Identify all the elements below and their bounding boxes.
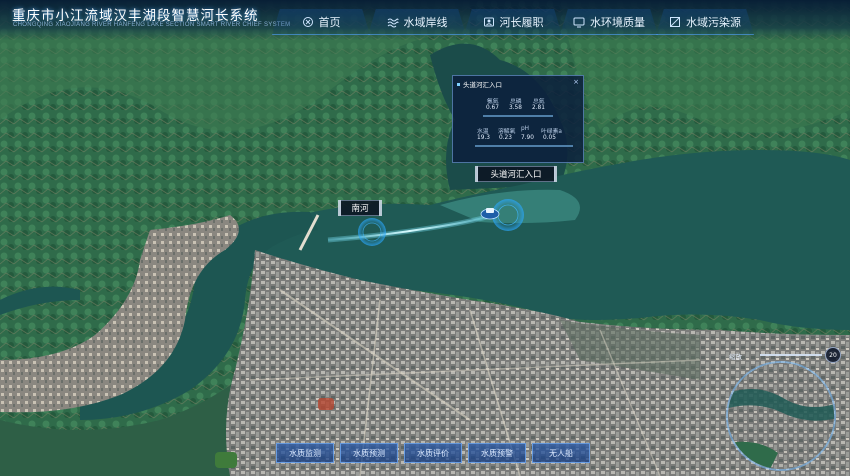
water-quality-assessment-button[interactable]: 水质评价 — [404, 443, 462, 463]
metric-value-phosphorus: 3.58 — [509, 105, 522, 111]
metric-value-do: 0.23 — [499, 135, 512, 141]
metric-value-ph: 7.90 — [521, 135, 534, 141]
water-quality-monitor-button[interactable]: 水质监测 — [276, 443, 334, 463]
nav-shoreline[interactable]: 水域岸线 — [368, 9, 466, 35]
nav-pollution-source[interactable]: 水域污染源 — [656, 9, 754, 35]
app-subtitle: CHONGQING XIAOJIANG RIVER HANFENG LAKE S… — [13, 22, 291, 28]
nav-shoreline-label: 水域岸线 — [403, 15, 448, 29]
metric-divider — [483, 115, 553, 117]
water-quality-alert-button[interactable]: 水质预警 — [468, 443, 526, 463]
outlet-map-label[interactable]: 头道河汇入口 — [475, 166, 557, 182]
close-button[interactable]: × — [573, 78, 579, 86]
person-icon — [483, 16, 495, 28]
metric-value-chlorophyll: 0.05 — [543, 135, 556, 141]
drone-boat-icon[interactable] — [480, 204, 500, 220]
info-title-text: 头道河汇入口 — [463, 81, 502, 89]
factory-icon — [669, 16, 681, 28]
metric-label-water-temp: 水温 — [477, 129, 489, 135]
bottom-toolbar: 水质监测 水质预测 水质评价 水质预警 无人船 — [276, 443, 590, 463]
overview-minimap[interactable] — [726, 361, 836, 471]
title-marker-icon — [457, 82, 460, 86]
nav-water-quality[interactable]: 水环境质量 — [560, 9, 658, 35]
unmanned-boat-button[interactable]: 无人船 — [532, 443, 590, 463]
metric-label-chlorophyll: 叶绿素a — [541, 129, 562, 135]
nav-home-label: 首页 — [318, 15, 341, 29]
nav-home[interactable]: 首页 — [272, 9, 370, 35]
top-header: 重庆市小江流域汉丰湖段智慧河长系统 CHONGQING XIAOJIANG RI… — [0, 0, 850, 40]
nav-water-quality-label: 水环境质量 — [590, 15, 645, 29]
river-map-label[interactable]: 南河 — [338, 200, 382, 216]
water-quality-forecast-button[interactable]: 水质预测 — [340, 443, 398, 463]
waves-icon — [387, 16, 399, 28]
monitoring-info-panel: 头道河汇入口 × 氨氮 总磷 总氮 0.67 3.58 2.81 水温 溶解氧 … — [452, 75, 584, 163]
nav-river-chief-label: 河长履职 — [499, 15, 544, 29]
metric-divider — [475, 145, 573, 147]
metric-label-ammonia: 氨氮 — [487, 99, 499, 105]
metric-value-ammonia: 0.67 — [486, 105, 499, 111]
metric-label-do: 溶解氧 — [498, 129, 516, 135]
zoom-label: 缩放 — [729, 353, 742, 361]
zoom-slider[interactable] — [760, 354, 822, 356]
metric-value-water-temp: 19.3 — [477, 135, 490, 141]
nav-river-chief[interactable]: 河长履职 — [464, 9, 562, 35]
main-nav: 首页 水域岸线 河长履职 水环境质量 水域污染源 — [272, 9, 754, 35]
info-panel-title: 头道河汇入口 — [457, 79, 502, 89]
nav-pollution-source-label: 水域污染源 — [686, 15, 741, 29]
metric-value-nitrogen: 2.81 — [532, 105, 545, 111]
zoom-level-button[interactable]: 20 — [825, 347, 841, 363]
metric-label-ph: pH — [521, 126, 530, 132]
home-icon — [302, 16, 314, 28]
monitor-icon — [573, 16, 585, 28]
metric-label-phosphorus: 总磷 — [510, 99, 522, 105]
aerial-map[interactable] — [0, 0, 850, 476]
metric-label-nitrogen: 总氮 — [533, 99, 545, 105]
app-title: 重庆市小江流域汉丰湖段智慧河长系统 — [12, 8, 259, 24]
